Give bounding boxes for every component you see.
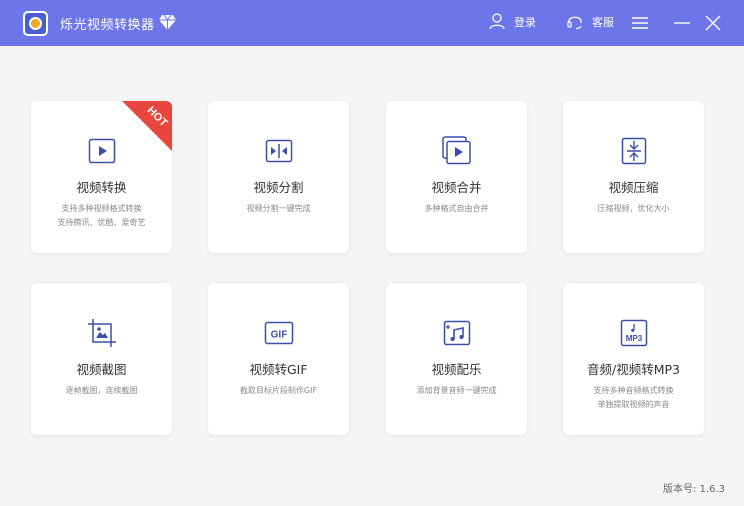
title-bar: 烁光视频转换器 登录 客服 [0,0,744,46]
video-compress-card[interactable]: 视频压缩 压缩视频，优化大小 [563,101,704,253]
app-logo-icon [23,11,48,36]
card-description: 支持多种音频格式转换 单独提取视频的声音 [593,386,674,409]
compress-icon [621,137,646,165]
card-description: 截取目标片段制作GIF [239,386,318,395]
split-icon [265,139,292,163]
minimize-icon[interactable] [672,13,692,33]
card-title: 视频截图 [76,362,127,377]
version-label: 版本号: 1.6.3 [663,484,725,495]
video-split-card[interactable]: 视频分割 视频分割一键完成 [208,101,349,253]
card-description: 添加背景音频一键完成 [416,386,497,395]
user-icon [489,13,505,30]
login-button[interactable]: 登录 [489,13,536,30]
close-icon[interactable] [703,13,723,33]
gif-icon: GIF [264,321,293,345]
card-title: 视频转GIF [249,362,308,377]
diamond-icon[interactable] [158,14,177,31]
video-merge-card[interactable]: 视频合并 多种格式自由合并 [386,101,527,253]
service-label: 客服 [592,15,614,29]
video-music-card[interactable]: 视频配乐 添加背景音频一键完成 [386,283,527,435]
video-to-gif-card[interactable]: GIF 视频转GIF 截取目标片段制作GIF [208,283,349,435]
app-title: 烁光视频转换器 [60,18,155,33]
card-description: 压缩视频，优化大小 [597,204,670,213]
card-title: 视频分割 [253,180,304,195]
headset-icon [567,16,582,30]
card-description: 逐帧截图，连续截图 [65,386,138,395]
play-icon [88,138,115,164]
svg-text:GIF: GIF [270,330,287,341]
service-button[interactable]: 客服 [567,13,614,30]
hot-badge: HOT [122,101,172,151]
video-convert-card[interactable]: 视频转换 支持多种视频格式转换 支持腾讯、优酷、爱奇艺 HOT [31,101,172,253]
card-title: 视频压缩 [608,180,659,195]
menu-icon[interactable] [630,13,650,33]
card-title: 视频转换 [76,180,127,195]
audio-to-mp3-card[interactable]: MP3 音频/视频转MP3 支持多种音频格式转换 单独提取视频的声音 [563,283,704,435]
card-title: 视频合并 [431,180,482,195]
login-label: 登录 [514,15,536,29]
card-title: 音频/视频转MP3 [587,362,680,377]
mp3-icon: MP3 [620,319,647,347]
merge-icon [441,136,471,165]
add-music-icon [443,320,470,346]
card-title: 视频配乐 [431,362,482,377]
card-description: 多种格式自由合并 [424,204,489,213]
svg-text:MP3: MP3 [625,334,642,343]
crop-image-icon [87,319,116,347]
card-description: 支持多种视频格式转换 支持腾讯、优酷、爱奇艺 [57,204,146,227]
card-description: 视频分割一键完成 [246,204,311,213]
video-screenshot-card[interactable]: 视频截图 逐帧截图，连续截图 [31,283,172,435]
